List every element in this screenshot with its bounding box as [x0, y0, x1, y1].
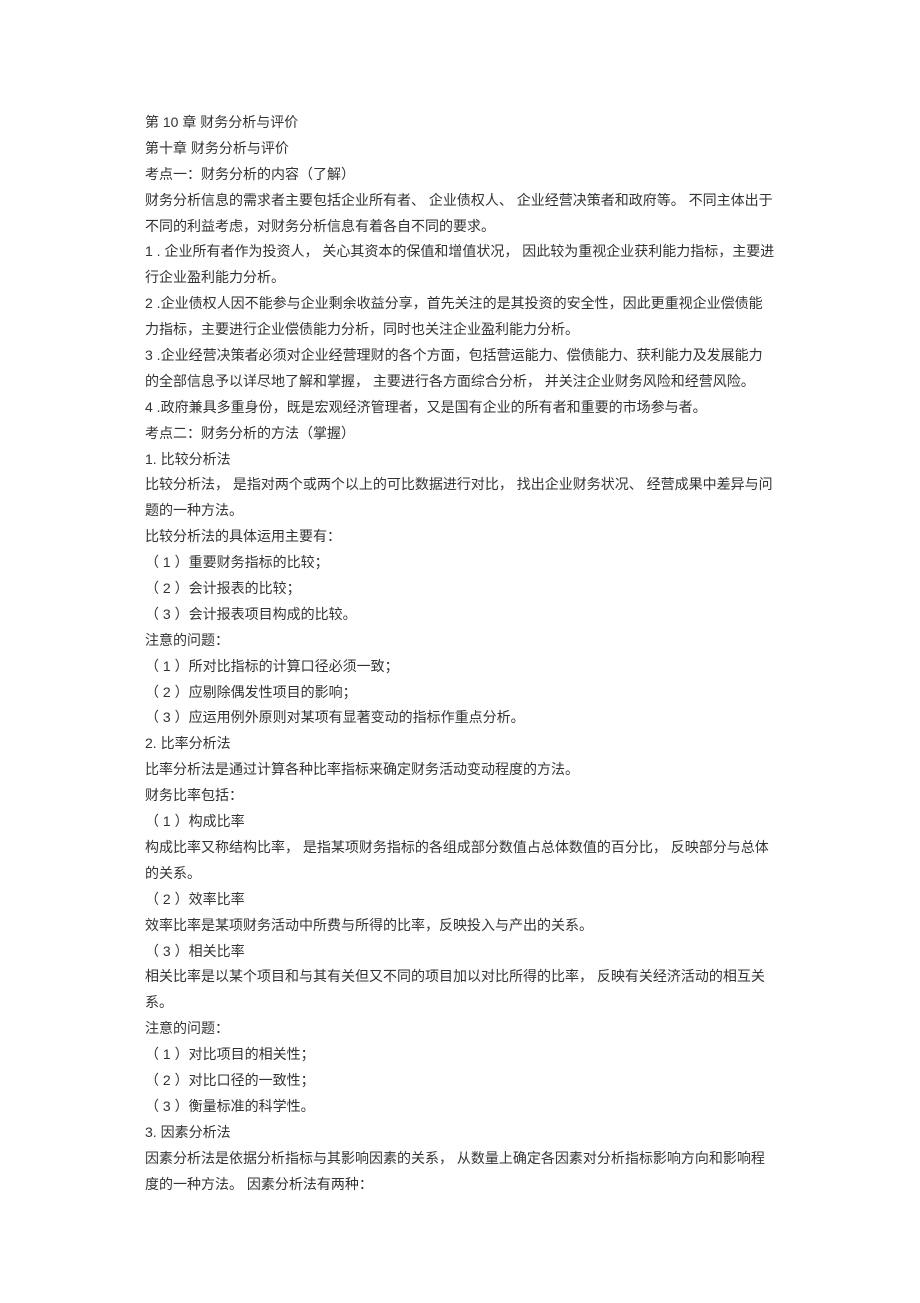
text-line: 考点一：财务分析的内容（了解）: [145, 162, 775, 188]
text-line: （ 3 ）衡量标准的科学性。: [145, 1094, 775, 1120]
text-line: （ 1 ）重要财务指标的比较；: [145, 550, 775, 576]
text-line: 第十章 财务分析与评价: [145, 136, 775, 162]
text-line: 效率比率是某项财务活动中所费与所得的比率，反映投入与产出的关系。: [145, 913, 775, 939]
text-line: 财务比率包括：: [145, 783, 775, 809]
text-line: 比较分析法， 是指对两个或两个以上的可比数据进行对比， 找出企业财务状况、 经营…: [145, 472, 775, 524]
text-line: 2 .企业债权人因不能参与企业剩余收益分享，首先关注的是其投资的安全性，因此更重…: [145, 291, 775, 343]
text-line: （ 3 ）会计报表项目构成的比较。: [145, 602, 775, 628]
text-line: （ 2 ）效率比率: [145, 887, 775, 913]
text-line: 考点二：财务分析的方法（掌握）: [145, 421, 775, 447]
text-line: 3. 因素分析法: [145, 1120, 775, 1146]
text-line: 构成比率又称结构比率， 是指某项财务指标的各组成部分数值占总体数值的百分比， 反…: [145, 835, 775, 887]
text-line: 比率分析法是通过计算各种比率指标来确定财务活动变动程度的方法。: [145, 757, 775, 783]
text-line: （ 1 ）构成比率: [145, 809, 775, 835]
text-line: （ 1 ）所对比指标的计算口径必须一致；: [145, 654, 775, 680]
text-line: 比较分析法的具体运用主要有：: [145, 524, 775, 550]
text-line: 4 .政府兼具多重身份，既是宏观经济管理者，又是国有企业的所有者和重要的市场参与…: [145, 395, 775, 421]
text-line: 相关比率是以某个项目和与其有关但又不同的项目加以对比所得的比率， 反映有关经济活…: [145, 964, 775, 1016]
text-line: （ 2 ）对比口径的一致性；: [145, 1068, 775, 1094]
text-line: （ 2 ）应剔除偶发性项目的影响；: [145, 680, 775, 706]
text-line: 1. 比较分析法: [145, 447, 775, 473]
text-line: 1 . 企业所有者作为投资人， 关心其资本的保值和增值状况， 因此较为重视企业获…: [145, 239, 775, 291]
text-line: （ 3 ）应运用例外原则对某项有显著变动的指标作重点分析。: [145, 705, 775, 731]
text-line: 财务分析信息的需求者主要包括企业所有者、 企业债权人、 企业经营决策者和政府等。…: [145, 188, 775, 240]
text-line: （ 3 ）相关比率: [145, 939, 775, 965]
text-line: 注意的问题：: [145, 628, 775, 654]
document-body: 第 10 章 财务分析与评价 第十章 财务分析与评价 考点一：财务分析的内容（了…: [145, 110, 775, 1197]
text-line: （ 1 ）对比项目的相关性；: [145, 1042, 775, 1068]
text-line: 3 .企业经营决策者必须对企业经营理财的各个方面，包括营运能力、偿债能力、获利能…: [145, 343, 775, 395]
text-line: 第 10 章 财务分析与评价: [145, 110, 775, 136]
text-line: 注意的问题：: [145, 1016, 775, 1042]
text-line: （ 2 ）会计报表的比较；: [145, 576, 775, 602]
text-line: 因素分析法是依据分析指标与其影响因素的关系， 从数量上确定各因素对分析指标影响方…: [145, 1146, 775, 1198]
text-line: 2. 比率分析法: [145, 731, 775, 757]
